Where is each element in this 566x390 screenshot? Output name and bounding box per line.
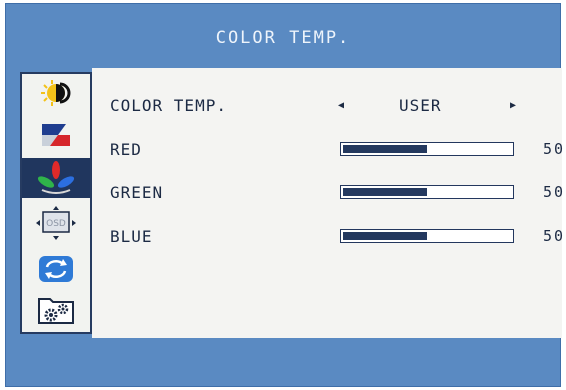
- sidebar-item-color[interactable]: [22, 158, 90, 198]
- blue-slider[interactable]: [340, 229, 514, 243]
- blue-label: BLUE: [110, 227, 153, 246]
- red-value: 50: [543, 140, 566, 158]
- osd-sidebar: OSD: [20, 72, 92, 334]
- right-arrow-icon[interactable]: ▶: [510, 100, 516, 111]
- color-temp-value[interactable]: USER: [399, 96, 442, 115]
- osd-title-bar: COLOR TEMP.: [6, 4, 560, 72]
- osd-icon-text: OSD: [46, 219, 66, 229]
- brightness-contrast-icon: [41, 80, 71, 106]
- sidebar-item-reset[interactable]: [28, 252, 84, 286]
- osd-screen: COLOR TEMP. OSD COLOR TEMP. ◀ USER ▶ RED…: [5, 3, 566, 388]
- green-label: GREEN: [110, 183, 164, 202]
- sidebar-item-image[interactable]: [28, 118, 84, 152]
- color-temp-label: COLOR TEMP.: [110, 96, 227, 115]
- image-adjust-icon: [42, 124, 70, 146]
- reset-icon: [39, 256, 73, 282]
- sidebar-item-misc[interactable]: [28, 292, 84, 326]
- color-temp-icon: [37, 161, 75, 194]
- osd-bottom-bar: [6, 338, 560, 388]
- misc-settings-icon: [38, 298, 74, 324]
- sidebar-item-brightness[interactable]: [28, 76, 84, 110]
- red-label: RED: [110, 140, 142, 159]
- osd-title: COLOR TEMP.: [215, 28, 351, 48]
- green-slider-fill: [343, 188, 427, 196]
- blue-value: 50: [543, 227, 566, 245]
- osd-settings-icon: OSD: [36, 206, 76, 240]
- red-slider-fill: [343, 145, 427, 153]
- green-slider[interactable]: [340, 185, 514, 199]
- green-value: 50: [543, 183, 566, 201]
- osd-main-panel: COLOR TEMP. ◀ USER ▶ RED 50 GREEN 50 BLU…: [92, 68, 566, 338]
- sidebar-item-osd[interactable]: OSD: [28, 204, 84, 242]
- red-slider[interactable]: [340, 142, 514, 156]
- left-arrow-icon[interactable]: ◀: [338, 100, 344, 111]
- blue-slider-fill: [343, 232, 427, 240]
